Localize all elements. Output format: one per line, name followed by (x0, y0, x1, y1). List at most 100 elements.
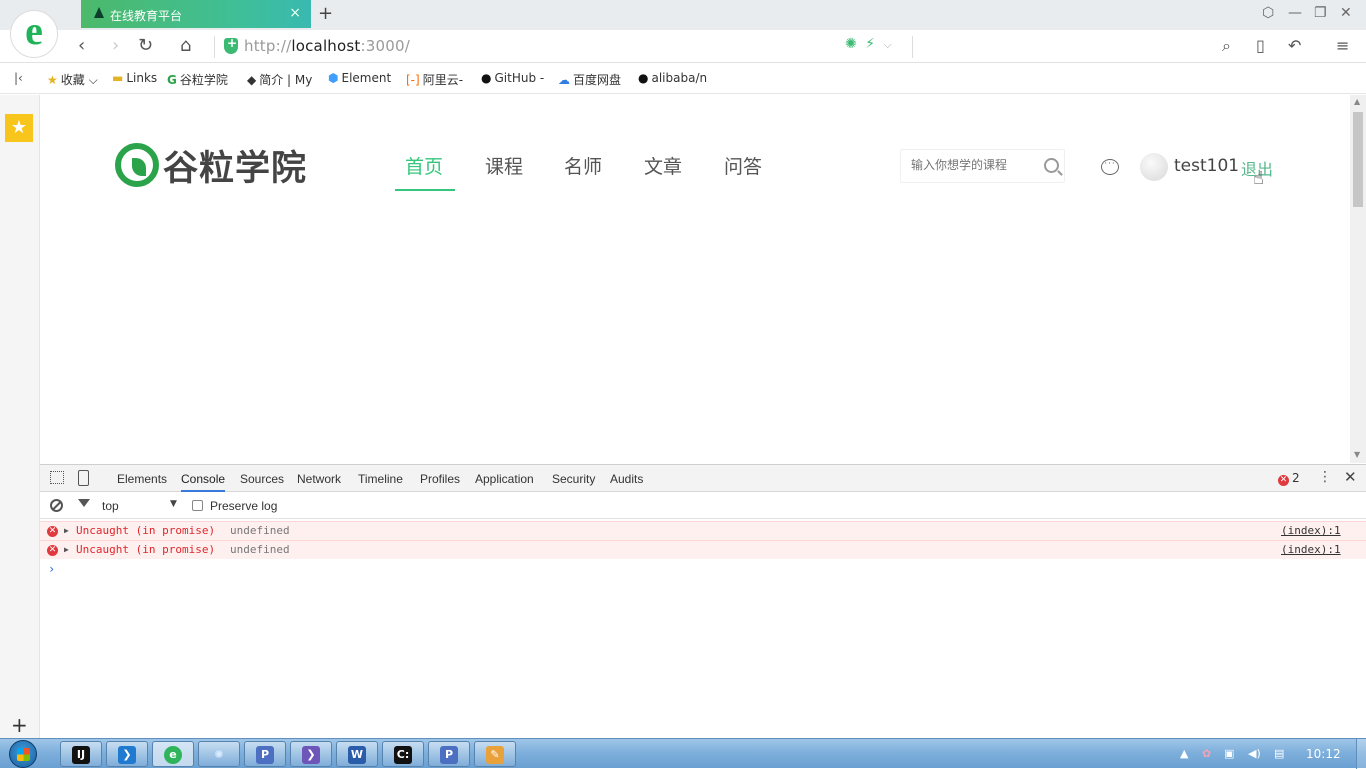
p-app-icon[interactable]: P (428, 741, 470, 767)
tray-expand-icon[interactable]: ▲ (1180, 747, 1188, 760)
cmd-icon[interactable]: C: (382, 741, 424, 767)
inspect-element-icon[interactable] (50, 471, 64, 484)
devtools-tab-application[interactable]: Application (475, 472, 534, 486)
scrollbar-thumb[interactable] (1353, 112, 1363, 207)
bookmark-item[interactable]: ★ 收藏 ⌵ (47, 71, 98, 88)
devtools-menu-icon[interactable]: ⋮ (1318, 469, 1332, 485)
favorites-star-icon[interactable]: ★ (5, 114, 33, 142)
address-input[interactable]: http://localhost:3000/ (244, 37, 410, 55)
filter-icon[interactable] (78, 499, 90, 507)
browser-logo-icon[interactable]: e (10, 10, 58, 58)
element-icon: ⬢ (328, 71, 339, 85)
console-source-link[interactable]: (index):1 (1281, 543, 1341, 556)
bookmark-item[interactable]: ◆ 简介 | My (247, 71, 312, 88)
bookmark-item[interactable]: ▬ Links (112, 71, 157, 85)
url-host: localhost (291, 37, 361, 55)
nav-qa[interactable]: 问答 (724, 152, 762, 179)
back-button[interactable]: ‹ (78, 35, 85, 57)
devtools-tab-security[interactable]: Security (552, 472, 595, 486)
network-icon[interactable]: ▤ (1274, 747, 1284, 760)
security-shield-icon[interactable] (224, 36, 238, 54)
reload-button[interactable]: ↻ (138, 35, 153, 57)
tray-app-icon[interactable]: ✿ (1202, 747, 1211, 760)
preserve-log-checkbox[interactable] (192, 500, 203, 511)
devtools-tab-network[interactable]: Network (297, 472, 341, 486)
site-search-input[interactable] (911, 158, 1029, 172)
bookmark-item[interactable]: ● GitHub - (481, 71, 544, 85)
nav-courses[interactable]: 课程 (485, 152, 523, 179)
console-message[interactable]: ✕ ▶ Uncaught (in promise) undefined (ind… (40, 521, 1366, 540)
devtools-close-icon[interactable]: ✕ (1344, 468, 1357, 486)
devtools-tab-sources[interactable]: Sources (240, 472, 284, 486)
expand-icon[interactable]: ▶ (64, 545, 69, 554)
p-app-icon[interactable]: P (244, 741, 286, 767)
console-prompt[interactable]: › (48, 562, 55, 576)
intellij-icon[interactable]: IJ (60, 741, 102, 767)
chevron-down-icon[interactable]: ▼ (170, 499, 177, 509)
windows-logo-icon (17, 748, 30, 761)
reader-icon[interactable]: ▯ (1256, 36, 1265, 55)
bookmark-item[interactable]: [-] 阿里云- (406, 71, 463, 88)
tab-close-icon[interactable]: × (289, 5, 301, 21)
bookmarks-collapse-icon[interactable]: |‹ (14, 71, 23, 85)
bookmark-item[interactable]: ● alibaba/n (638, 71, 707, 85)
close-window-button[interactable]: ✕ (1340, 5, 1352, 21)
paint-icon[interactable]: ✎ (474, 741, 516, 767)
g-logo-icon: G (167, 73, 177, 87)
page-scrollbar[interactable]: ▲ ▼ (1350, 95, 1366, 463)
windows-taskbar: IJ ❯ e ✺ P ❯ W C: P ✎ ▲ ✿ ▣ ◀) ▤ 10:12 (0, 738, 1366, 769)
show-desktop-button[interactable] (1356, 739, 1366, 769)
search-tool-icon[interactable]: ⌕ (1222, 36, 1231, 56)
volume-icon[interactable]: ◀) (1248, 747, 1261, 760)
menu-icon[interactable]: ≡ (1336, 36, 1349, 55)
username[interactable]: test101 (1174, 156, 1239, 176)
devtools-tabbar: Elements Console Sources Network Timelin… (40, 465, 1366, 492)
device-toolbar-icon[interactable] (78, 470, 89, 486)
scroll-down-icon[interactable]: ▼ (1354, 450, 1360, 459)
nav-home[interactable]: 首页 (405, 152, 443, 179)
nav-teachers[interactable]: 名师 (564, 152, 602, 179)
home-button[interactable]: ⌂ (180, 35, 191, 57)
clock[interactable]: 10:12 (1306, 747, 1341, 761)
nav-articles[interactable]: 文章 (644, 152, 682, 179)
devtools-tab-timeline[interactable]: Timeline (358, 472, 403, 486)
undo-close-icon[interactable]: ↶ (1288, 36, 1301, 55)
console-source-link[interactable]: (index):1 (1281, 524, 1341, 537)
console-message[interactable]: ✕ ▶ Uncaught (in promise) undefined (ind… (40, 540, 1366, 559)
forward-button[interactable]: › (112, 35, 119, 57)
sidebar-add-button[interactable]: + (11, 713, 28, 737)
bookmark-item[interactable]: G 谷粒学院 (167, 71, 228, 88)
devtools-tab-audits[interactable]: Audits (610, 472, 643, 486)
error-counter[interactable]: ✕ 2 (1278, 471, 1300, 486)
devtools-tab-elements[interactable]: Elements (117, 472, 167, 486)
site-logo[interactable]: 谷粒学院 (115, 142, 307, 189)
minimize-button[interactable]: — (1288, 5, 1302, 21)
arrow-app-icon[interactable]: ❯ (290, 741, 332, 767)
context-selector[interactable]: top (102, 499, 119, 513)
word-icon[interactable]: W (336, 741, 378, 767)
speed-mode-icon[interactable]: ⚡ (865, 36, 875, 52)
bookmark-item[interactable]: ☁ 百度网盘 (558, 71, 621, 88)
tab-active[interactable]: 在线教育平台 × (81, 0, 311, 28)
browser-icon[interactable]: e (152, 741, 194, 767)
avatar[interactable] (1140, 153, 1168, 181)
message-icon[interactable]: ··· (1101, 159, 1119, 175)
console-toolbar: top ▼ Preserve log (40, 493, 1366, 519)
search-icon[interactable] (1044, 158, 1059, 173)
tray-device-icon[interactable]: ▣ (1224, 747, 1234, 760)
settings-icon[interactable]: ✺ (198, 741, 240, 767)
scroll-up-icon[interactable]: ▲ (1354, 97, 1360, 106)
new-tab-button[interactable]: + (318, 3, 333, 24)
devtools-tab-console[interactable]: Console (181, 472, 226, 492)
start-button[interactable] (9, 740, 37, 768)
expand-icon[interactable]: ▶ (64, 526, 69, 535)
github-icon: ● (481, 71, 492, 85)
skin-icon[interactable]: ⬡ (1262, 5, 1274, 21)
vscode-icon[interactable]: ❯ (106, 741, 148, 767)
clear-console-icon[interactable] (50, 499, 63, 512)
address-dropdown-icon[interactable]: ⌵ (883, 38, 891, 51)
restore-button[interactable]: ❐ (1314, 5, 1327, 21)
plugin-icon[interactable]: ✺ (845, 36, 857, 52)
bookmark-item[interactable]: ⬢ Element (328, 71, 391, 85)
devtools-tab-profiles[interactable]: Profiles (420, 472, 460, 486)
